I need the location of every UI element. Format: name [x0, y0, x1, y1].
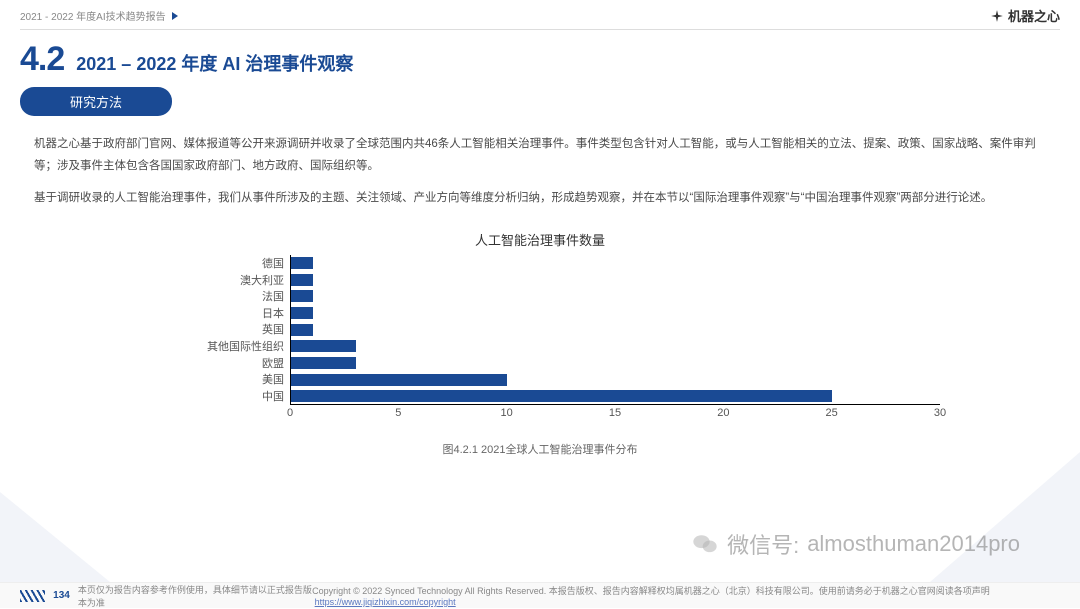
chart-x-tick: 20 — [717, 407, 729, 419]
chart-plot-area — [290, 255, 940, 405]
footer-copyright: Copyright © 2022 Synced Technology All R… — [312, 586, 990, 596]
chart-y-label: 中国 — [200, 388, 290, 405]
paragraph-2: 基于调研收录的人工智能治理事件，我们从事件所涉及的主题、关注领域、产业方向等维度… — [34, 188, 1046, 210]
chart-bar — [291, 357, 356, 369]
section-title: 2021 – 2022 年度 AI 治理事件观察 — [76, 50, 353, 76]
chart-bar — [291, 274, 313, 286]
chart-bar — [291, 374, 507, 386]
decor-triangle-br — [930, 452, 1080, 582]
footer-link[interactable]: https://www.jiqizhixin.com/copyright — [315, 597, 456, 607]
chart-y-label: 法国 — [200, 288, 290, 305]
chart-bar — [291, 257, 313, 269]
chart-bar — [291, 290, 313, 302]
body-text: 机器之心基于政府部门官网、媒体报道等公开来源调研并收录了全球范围内共46条人工智… — [0, 130, 1080, 228]
section-number: 4.2 — [20, 40, 64, 79]
method-pill: 研究方法 — [20, 87, 172, 116]
chart-x-tick: 0 — [287, 407, 293, 419]
decor-triangle-bl — [0, 492, 110, 582]
chart-x-tick: 25 — [826, 407, 838, 419]
chart-y-label: 美国 — [200, 371, 290, 388]
brand-icon — [990, 9, 1004, 23]
breadcrumb-arrow-icon — [172, 12, 178, 20]
breadcrumb: 2021 - 2022 年度AI技术趋势报告 — [20, 8, 166, 23]
chart-y-label: 澳大利亚 — [200, 271, 290, 288]
chart-y-label: 英国 — [200, 321, 290, 338]
page-number: 134 — [53, 590, 70, 601]
chart-y-label: 日本 — [200, 305, 290, 322]
paragraph-1: 机器之心基于政府部门官网、媒体报道等公开来源调研并收录了全球范围内共46条人工智… — [34, 134, 1046, 178]
footer-disclaimer: 本页仅为报告内容参考作例使用，具体细节请以正式报告版本为准 — [78, 583, 312, 609]
chart-x-tick: 15 — [609, 407, 621, 419]
chart-y-label: 欧盟 — [200, 354, 290, 371]
chart-title: 人工智能治理事件数量 — [60, 230, 1020, 249]
brand-text: 机器之心 — [1008, 6, 1060, 25]
footer-hatch-decor — [20, 590, 45, 602]
chart-y-label: 德国 — [200, 255, 290, 272]
watermark-prefix: 微信号: — [727, 528, 799, 560]
chart-caption: 图4.2.1 2021全球人工智能治理事件分布 — [60, 441, 1020, 457]
chart-x-tick: 30 — [934, 407, 946, 419]
wechat-icon — [691, 530, 719, 558]
chart-bar — [291, 324, 313, 336]
header-divider — [20, 29, 1060, 30]
footer: 134 本页仅为报告内容参考作例使用，具体细节请以正式报告版本为准 Copyri… — [0, 582, 1080, 608]
chart-y-label: 其他国际性组织 — [200, 338, 290, 355]
chart-x-tick: 10 — [501, 407, 513, 419]
chart-bar — [291, 307, 313, 319]
brand-logo: 机器之心 — [990, 6, 1060, 25]
chart-x-tick: 5 — [395, 407, 401, 419]
chart-x-ticks: 051015202530 — [290, 407, 940, 425]
chart-bar — [291, 390, 832, 402]
chart-y-labels: 德国澳大利亚法国日本英国其他国际性组织欧盟美国中国 — [200, 255, 290, 405]
chart-bar — [291, 340, 356, 352]
